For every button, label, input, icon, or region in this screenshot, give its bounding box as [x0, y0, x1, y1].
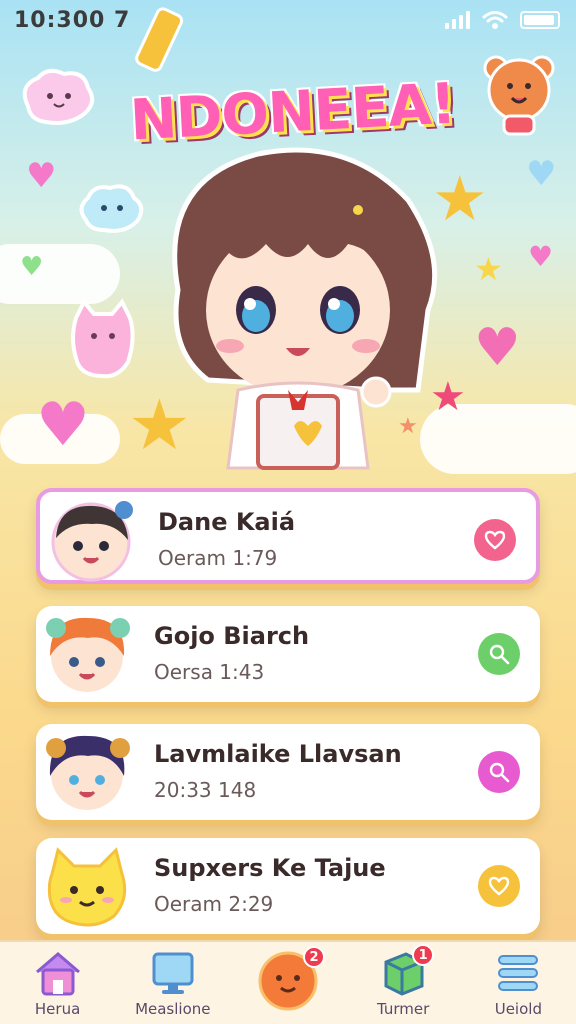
chat-card[interactable]: Dane Kaiá Oeram 1:79 [36, 488, 540, 584]
monitor-icon [152, 952, 194, 994]
notification-badge: 2 [302, 946, 325, 968]
nav-home[interactable]: Herua [3, 950, 113, 1018]
contact-name: Gojo Biarch [154, 622, 310, 650]
nav-world[interactable]: Ueiold [463, 950, 573, 1018]
menu-icon [498, 955, 539, 991]
status-icons [445, 10, 560, 30]
chat-card[interactable]: Lavmlaike Llavsan 20:33 148 [36, 724, 540, 820]
status-bar: 10:300 7 [0, 0, 576, 44]
cloud-decoration [0, 244, 120, 304]
heart-decoration-icon: ♥ [528, 240, 554, 273]
wifi-icon [482, 11, 508, 29]
battery-icon [520, 11, 560, 29]
search-button[interactable] [478, 751, 520, 793]
nav-messages[interactable]: Measlione [118, 950, 228, 1018]
status-time: 10:300 7 [14, 8, 131, 33]
nav-turmer[interactable]: 1 Turmer [348, 944, 458, 1018]
contact-time: Oeram 1:79 [158, 546, 278, 570]
contact-time: 20:33 148 [154, 778, 257, 802]
heart-decoration-icon: ♥ [20, 252, 44, 282]
avatar [51, 501, 133, 582]
nav-world-label: Ueiold [494, 1000, 542, 1018]
heart-decoration-icon: ♥ [526, 154, 557, 194]
search-button[interactable] [478, 633, 520, 675]
signal-icon [445, 11, 470, 29]
search-icon [489, 762, 510, 783]
cat-sticker-icon [71, 298, 135, 379]
heart-icon [488, 876, 510, 896]
heart-decoration-icon: ♥ [36, 390, 90, 460]
ghost-sticker-icon [22, 68, 95, 125]
pencil-sticker-icon [135, 7, 184, 72]
avatar [47, 847, 127, 927]
nav-turmer-label: Turmer [377, 1000, 430, 1018]
chat-card[interactable]: Supxers Ke Tajue Oeram 2:29 [36, 838, 540, 934]
character-illustration [172, 147, 438, 470]
home-icon [35, 952, 80, 996]
favorite-button[interactable] [474, 519, 516, 561]
contact-time: Oersa 1:43 [154, 660, 265, 684]
contact-name: Lavmlaike Llavsan [154, 740, 402, 768]
nav-home-label: Herua [34, 1000, 81, 1018]
cloud-sticker-icon [79, 184, 144, 233]
contact-name: Supxers Ke Tajue [154, 854, 386, 882]
notification-badge: 1 [412, 944, 435, 966]
star-decoration-icon: ★ [474, 250, 503, 288]
contact-time: Oeram 2:29 [154, 892, 274, 916]
favorite-button[interactable] [478, 865, 520, 907]
chat-card[interactable]: Gojo Biarch Oersa 1:43 [36, 606, 540, 702]
bottom-navigation: Herua Measlione 2 1 Turmer Ueiold [0, 940, 576, 1024]
contact-name: Dane Kaiá [158, 508, 296, 536]
search-icon [489, 644, 510, 665]
heart-decoration-icon: ♥ [26, 156, 57, 196]
nav-messages-label: Measlione [135, 1000, 211, 1018]
avatar [46, 735, 130, 810]
heart-icon [484, 530, 506, 550]
avatar [46, 617, 130, 692]
nav-center[interactable]: 2 [233, 946, 343, 1018]
bear-sticker-icon [483, 55, 555, 136]
heart-decoration-icon: ♥ [474, 318, 521, 378]
